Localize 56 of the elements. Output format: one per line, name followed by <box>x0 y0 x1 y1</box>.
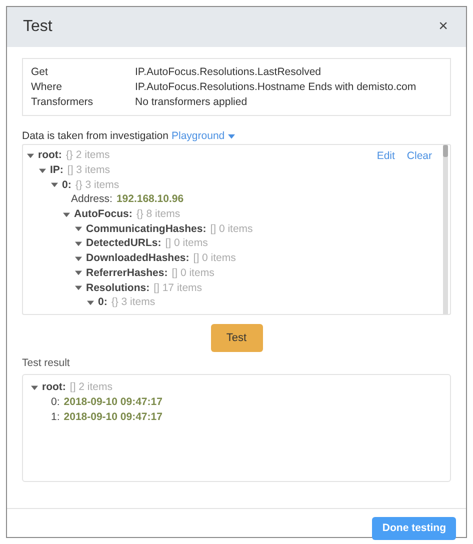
caret-icon[interactable] <box>27 152 34 159</box>
investigation-link[interactable]: Playground <box>172 130 235 142</box>
tree-value: 192.168.10.96 <box>116 193 184 206</box>
tree-count: [] 0 items <box>193 252 236 264</box>
tree-action-link[interactable]: Clear <box>406 150 432 162</box>
summary-value: IP.AutoFocus.Resolutions.Hostname Ends with demisto.com <box>135 80 418 94</box>
done-testing-button[interactable]: Done testing <box>372 516 456 540</box>
tree-key: root: <box>38 149 62 162</box>
caret-icon[interactable] <box>51 181 58 188</box>
tree-count: [] 0 items <box>165 237 208 250</box>
tree-key: IP: <box>50 164 64 176</box>
tree-key: AutoFocus: <box>74 208 132 220</box>
tree-key: DetectedURLs: <box>86 237 162 250</box>
tree-key: ReferrerHashes: <box>86 266 168 279</box>
caret-icon[interactable] <box>75 284 82 292</box>
tree-value: 2018-09-10 09:47:17 <box>64 396 162 408</box>
test-button[interactable]: Test <box>210 324 262 352</box>
tree-action-link[interactable]: Edit <box>376 150 395 162</box>
tree-count: [] 2 items <box>70 381 113 394</box>
summary-value: No transformers applied <box>135 95 248 109</box>
summary-label: Where <box>31 80 63 94</box>
caret-icon <box>228 134 235 138</box>
tree-key: 1: <box>51 410 60 423</box>
tree-count: [] 3 items <box>67 164 110 176</box>
caret-icon[interactable] <box>87 298 94 306</box>
result-label: Test result <box>22 357 71 369</box>
caret-icon[interactable] <box>75 225 82 232</box>
tree-count: {} 3 items <box>75 178 120 191</box>
tree-key: Address: <box>71 193 112 206</box>
tree-count: [] 17 items <box>154 282 202 294</box>
caret-icon[interactable] <box>75 254 82 262</box>
tree-count: {} 8 items <box>136 208 180 220</box>
summary-label: Get <box>31 65 49 79</box>
summary-value: IP.AutoFocus.Resolutions.LastResolved <box>135 65 322 79</box>
tree-key: 0: <box>51 396 60 408</box>
tree-key: 0: <box>62 178 72 191</box>
tree-key: DownloadedHashes: <box>86 252 190 264</box>
tree-key: CommunicatingHashes: <box>86 222 206 235</box>
tree-count: [] 0 items <box>210 222 253 235</box>
caret-icon[interactable] <box>75 240 82 247</box>
tree-key: 0: <box>98 296 108 308</box>
tree-value: 2018-09-10 09:47:17 <box>64 410 162 423</box>
tree-key: root: <box>42 381 66 394</box>
dialog-title: Test <box>23 18 52 36</box>
tree-count: [] 0 items <box>172 266 214 279</box>
tree-count: {} 2 items <box>66 149 110 162</box>
caret-icon[interactable] <box>31 384 38 391</box>
scrollbar[interactable] <box>443 145 448 314</box>
tree-count: {} 3 items <box>111 296 156 308</box>
caret-icon[interactable] <box>63 210 70 218</box>
caret-icon[interactable] <box>75 269 82 276</box>
source-text: Data is taken from investigation <box>22 130 168 142</box>
tree-key: Resolutions: <box>86 282 150 294</box>
summary-label: Transformers <box>31 95 94 109</box>
close-button[interactable]: × <box>436 18 450 36</box>
caret-icon[interactable] <box>39 166 46 174</box>
